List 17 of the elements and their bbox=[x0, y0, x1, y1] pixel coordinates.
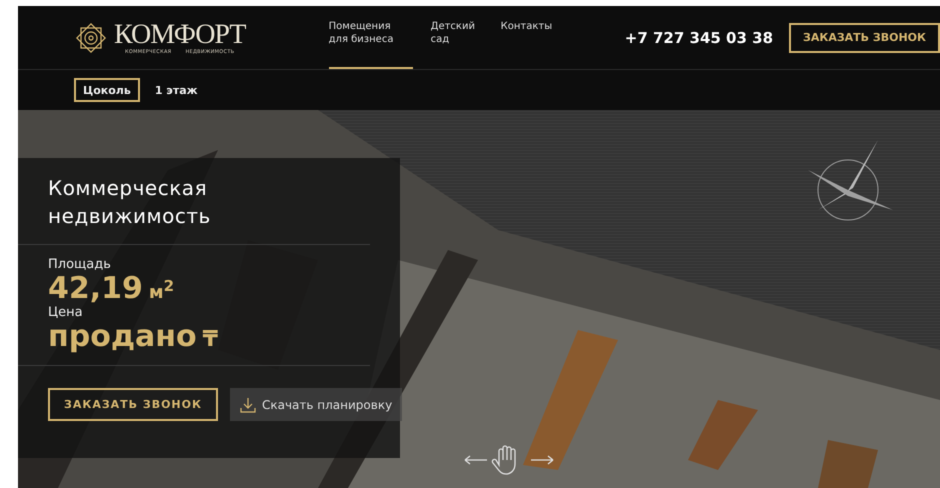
area-value: 42,19 bbox=[48, 272, 143, 305]
callback-button[interactable]: ЗАКАЗАТЬ ЗВОНОК bbox=[48, 388, 218, 421]
phone-number: +7 727 345 03 38 bbox=[624, 28, 774, 46]
download-plan-button[interactable]: Скачать планировку bbox=[230, 388, 402, 421]
nav-link[interactable]: Детский сад bbox=[430, 6, 483, 69]
floor-tab[interactable]: 1 этаж bbox=[146, 78, 207, 102]
price-value: продано bbox=[48, 320, 197, 353]
nav-link[interactable]: Помещения для бизнеса bbox=[328, 6, 413, 69]
price-label: Цена bbox=[48, 305, 84, 320]
nav-link[interactable]: Контакты bbox=[500, 6, 561, 69]
floor-tab[interactable]: Цоколь bbox=[74, 78, 140, 102]
logo-wordmark: КОМФОРТ bbox=[114, 20, 246, 48]
area-label: Площадь bbox=[48, 257, 112, 272]
currency-sign: ₸ bbox=[202, 328, 218, 352]
callback-button[interactable]: ЗАКАЗАТЬ ЗВОНОК bbox=[789, 22, 940, 52]
card-title: Коммерческая недвижимость bbox=[48, 175, 212, 230]
area-unit: м$^{2}$ bbox=[148, 278, 174, 303]
